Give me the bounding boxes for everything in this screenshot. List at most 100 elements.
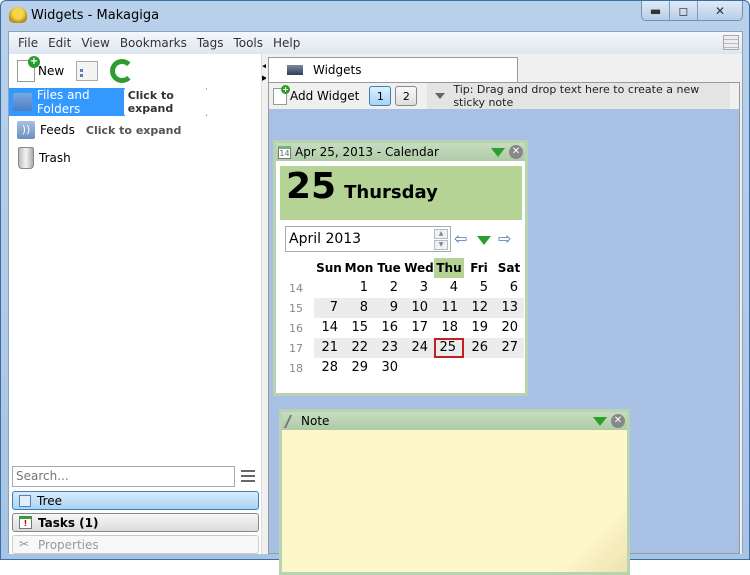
add-widget-icon: + <box>273 84 290 105</box>
widget-close-icon[interactable]: ✕ <box>509 145 523 159</box>
day-cell[interactable]: 23 <box>374 338 404 358</box>
panel-properties-button[interactable]: ✂ Properties <box>12 535 259 554</box>
panel-label: Tree <box>37 493 63 508</box>
refresh-icon[interactable] <box>110 59 135 83</box>
day-cell[interactable]: 19 <box>464 318 494 338</box>
panel-tasks-button[interactable]: ! Tasks (1) <box>12 513 259 532</box>
day-cell[interactable]: 13 <box>494 298 524 318</box>
spin-up-icon[interactable]: ▲ <box>434 229 448 239</box>
menu-bookmarks[interactable]: Bookmarks <box>115 36 192 50</box>
layout-menu-icon[interactable] <box>723 35 739 50</box>
minimize-button[interactable]: ▬ <box>642 1 670 20</box>
click-to-expand-hint[interactable]: Click to expand <box>123 87 207 117</box>
client-area: File Edit View Bookmarks Tags Tools Help… <box>8 31 743 575</box>
menu-view[interactable]: View <box>76 36 114 50</box>
selected-day-cell[interactable]: 25 <box>434 338 464 358</box>
day-cell[interactable]: 15 <box>344 318 374 338</box>
menu-bar: File Edit View Bookmarks Tags Tools Help <box>9 32 742 54</box>
day-cell[interactable]: 6 <box>494 278 524 298</box>
day-cell[interactable]: 7 <box>314 298 344 318</box>
day-cell[interactable]: 17 <box>404 318 434 338</box>
widget-close-icon[interactable]: ✕ <box>611 414 625 428</box>
day-cell[interactable]: 5 <box>464 278 494 298</box>
month-spinner[interactable]: April 2013 ▲ ▼ <box>285 226 451 252</box>
search-input[interactable] <box>12 465 235 487</box>
weekday-header: Sat <box>497 261 521 275</box>
weekday-header: Thu <box>434 258 464 278</box>
tip-bar[interactable]: Tip: Drag and drop text here to create a… <box>427 83 731 109</box>
day-cell[interactable]: 27 <box>494 338 524 358</box>
widget-toolbar: + Add Widget 1 2 Tip: Drag and drop text… <box>269 83 739 109</box>
day-cell[interactable]: 24 <box>404 338 434 358</box>
menu-help[interactable]: Help <box>268 36 305 50</box>
menu-edit[interactable]: Edit <box>43 36 76 50</box>
day-cell[interactable]: 21 <box>314 338 344 358</box>
new-button[interactable]: + New <box>15 56 66 85</box>
day-cell[interactable]: 9 <box>374 298 404 318</box>
prev-month-icon[interactable]: ⇦ <box>454 231 467 247</box>
widget-menu-icon[interactable] <box>593 417 607 426</box>
week-number: 17 <box>289 341 303 355</box>
menu-tools[interactable]: Tools <box>228 36 268 50</box>
day-cell[interactable]: 4 <box>434 278 464 298</box>
add-widget-button[interactable]: + Add Widget <box>273 84 359 107</box>
tree-item-trash[interactable]: Trash <box>9 144 261 172</box>
day-cell[interactable]: 11 <box>434 298 464 318</box>
new-label: New <box>38 64 65 78</box>
right-pane: Widgets + Add Widget 1 2 Tip: Drag and d… <box>266 54 742 575</box>
note-widget-header[interactable]: Note ✕ <box>282 412 627 430</box>
calendar-widget: 14 Apr 25, 2013 - Calendar ✕ 25 Thursday… <box>273 140 528 396</box>
day-cell[interactable]: 30 <box>374 358 404 378</box>
tree-icon <box>19 494 31 507</box>
close-button[interactable]: ✕ <box>698 1 742 20</box>
day-cell <box>404 358 434 378</box>
menu-tags[interactable]: Tags <box>192 36 229 50</box>
day-cell[interactable]: 1 <box>344 278 374 298</box>
weekday-header: Fri <box>470 261 488 275</box>
panel-label: Tasks (1) <box>38 515 99 530</box>
day-cell[interactable]: 2 <box>374 278 404 298</box>
click-to-expand-hint[interactable]: Click to expand <box>86 124 181 137</box>
calendar-widget-header[interactable]: 14 Apr 25, 2013 - Calendar ✕ <box>276 143 525 161</box>
spin-down-icon[interactable]: ▼ <box>434 240 448 250</box>
note-widget-title: Note <box>301 414 330 428</box>
week-number: 15 <box>289 301 303 315</box>
day-cell[interactable]: 22 <box>344 338 374 358</box>
day-cell[interactable]: 12 <box>464 298 494 318</box>
next-month-icon[interactable]: ⇨ <box>498 231 511 247</box>
day-cell[interactable]: 29 <box>344 358 374 378</box>
maximize-button[interactable]: ◻ <box>670 1 698 20</box>
weekday-header: Wed <box>404 261 434 275</box>
tasks-icon: ! <box>19 516 32 529</box>
weekday-header-row: Sun Mon Tue Wed Thu Fri Sat <box>284 258 524 278</box>
day-cell[interactable]: 28 <box>314 358 344 378</box>
calendar-week-row: 18 28 29 30 <box>284 358 524 378</box>
widget-menu-icon[interactable] <box>491 148 505 157</box>
tree-item-feeds[interactable]: )) Feeds Click to expand <box>9 116 261 144</box>
tab-widgets[interactable]: Widgets <box>268 57 518 82</box>
day-cell[interactable]: 14 <box>314 318 344 338</box>
note-text-area[interactable] <box>282 430 627 572</box>
week-number: 16 <box>289 321 303 335</box>
day-cell <box>464 358 494 378</box>
day-cell[interactable]: 20 <box>494 318 524 338</box>
widgets-icon <box>287 65 303 75</box>
day-cell[interactable]: 8 <box>344 298 374 318</box>
menu-file[interactable]: File <box>13 36 43 50</box>
week-number: 14 <box>289 281 303 295</box>
widget-desktop[interactable]: + Add Widget 1 2 Tip: Drag and drop text… <box>268 82 740 575</box>
day-cell[interactable]: 3 <box>404 278 434 298</box>
page-2-button[interactable]: 2 <box>395 86 418 106</box>
day-cell[interactable]: 10 <box>404 298 434 318</box>
month-menu-icon[interactable] <box>477 236 491 245</box>
tree-item-label: Feeds <box>40 123 75 137</box>
day-cell[interactable]: 16 <box>374 318 404 338</box>
day-cell[interactable]: 18 <box>434 318 464 338</box>
day-cell[interactable]: 26 <box>464 338 494 358</box>
panel-tree-button[interactable]: Tree <box>12 491 259 510</box>
search-menu-icon[interactable] <box>241 470 255 482</box>
view-options-button[interactable] <box>76 61 99 81</box>
page-1-button[interactable]: 1 <box>369 86 392 106</box>
weekday-header: Mon <box>344 261 374 275</box>
tree-item-files-and-folders[interactable]: Files and Folders Click to expand <box>9 87 207 117</box>
